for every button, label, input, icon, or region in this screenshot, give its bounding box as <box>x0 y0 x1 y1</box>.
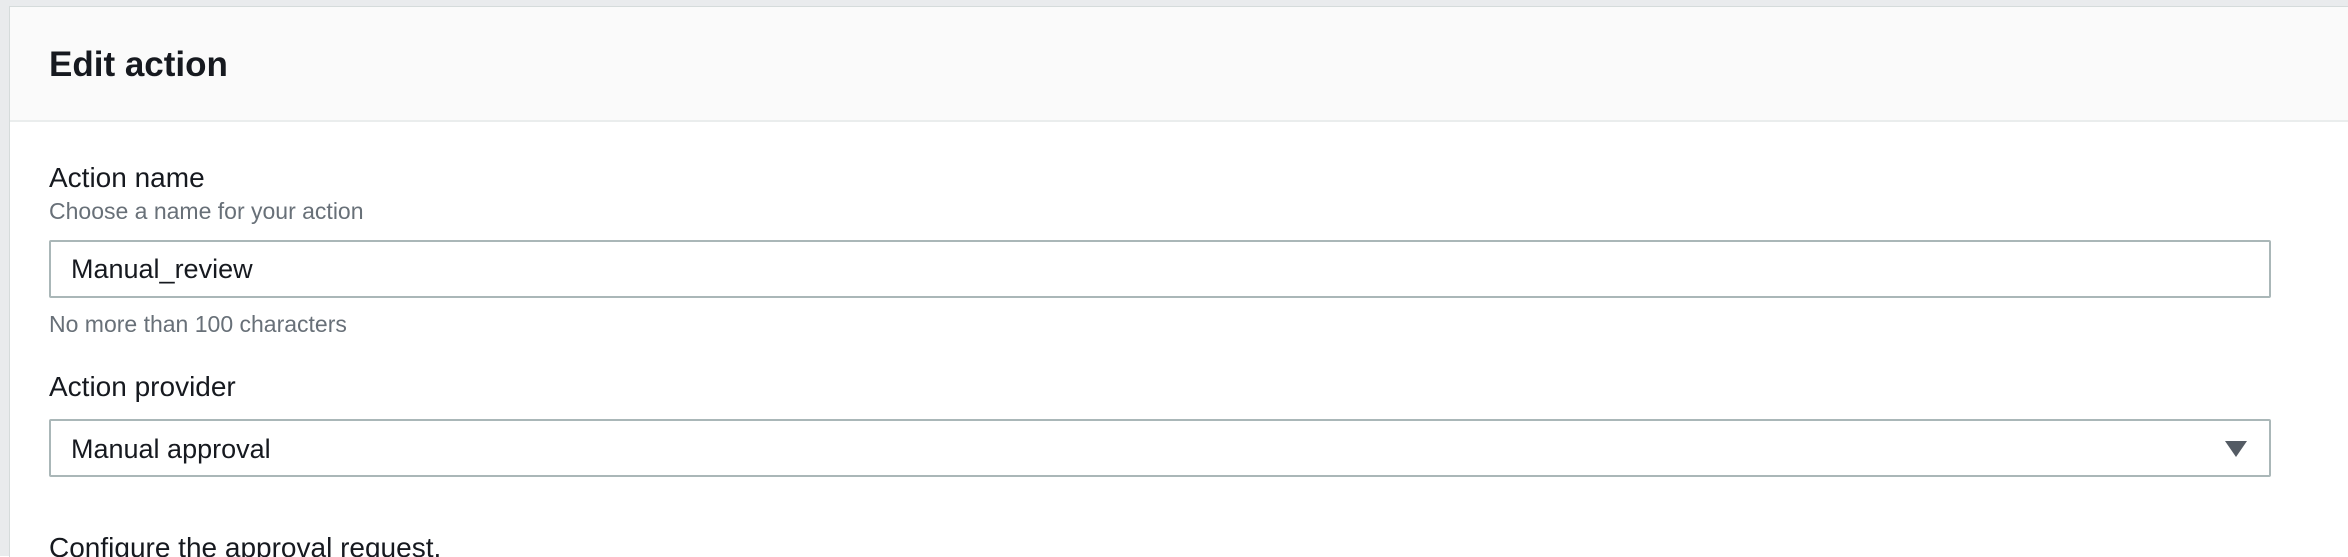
action-provider-selected-value: Manual approval <box>71 434 271 464</box>
modal-header: Edit action <box>10 7 2348 122</box>
modal-title: Edit action <box>49 45 228 84</box>
action-name-input[interactable] <box>49 240 2271 298</box>
action-name-description: Choose a name for your action <box>49 198 364 224</box>
edit-action-modal: Edit action Action name Choose a name fo… <box>9 6 2348 557</box>
action-name-label: Action name <box>49 162 205 193</box>
action-provider-select[interactable]: Manual approval <box>49 419 2271 477</box>
approval-config-heading: Configure the approval request. <box>49 532 442 557</box>
action-provider-label: Action provider <box>49 371 236 402</box>
caret-down-icon <box>2225 441 2247 457</box>
action-name-constraint: No more than 100 characters <box>49 311 347 337</box>
